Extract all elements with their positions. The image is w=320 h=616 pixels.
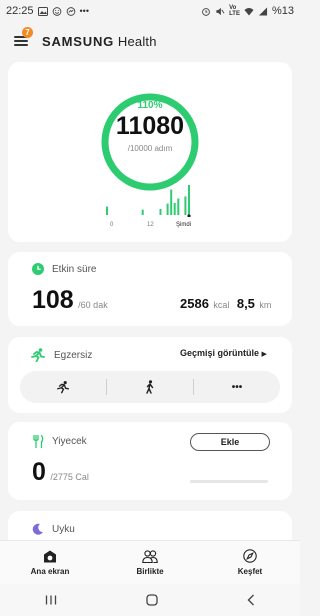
active-minutes: 108 — [32, 286, 74, 314]
exercise-card[interactable]: Egzersiz Geçmişi görüntüle ▶ ••• — [8, 337, 292, 413]
active-stats: 2586 kcal 8,5 km — [180, 295, 271, 313]
bottom-navigation: Ana ekran Birlikte Keşfet — [0, 540, 300, 584]
status-time: 22:25 — [6, 5, 34, 17]
home-button-icon[interactable] — [146, 594, 158, 606]
view-history-link[interactable]: Geçmişi görüntüle ▶ — [180, 348, 267, 358]
view-history-label: Geçmişi görüntüle — [180, 348, 260, 358]
system-navigation-bar — [0, 584, 300, 616]
play-arrow-icon: ▶ — [261, 351, 267, 358]
status-bar: 22:25 ••• Vo LTE %13 — [0, 0, 300, 22]
exercise-title: Egzersiz — [54, 349, 93, 361]
more-icon: ••• — [231, 381, 243, 393]
active-time-header: Etkin süre — [32, 263, 96, 275]
notification-badge: 7 — [22, 27, 33, 38]
signal-icon — [258, 6, 268, 16]
back-icon[interactable] — [247, 594, 255, 606]
gallery-notification-icon — [37, 6, 48, 16]
hourly-steps-bar — [166, 203, 169, 215]
active-time-values: 108 /60 dak — [32, 286, 108, 315]
alarm-icon — [202, 7, 210, 16]
chart-axis-labels: 0 12 Şimdi — [0, 222, 300, 232]
kcal-unit: kcal — [213, 300, 230, 310]
compass-icon — [243, 549, 257, 563]
active-time-card[interactable]: Etkin süre 108 /60 dak 2586 kcal 8,5 km — [8, 252, 292, 326]
hourly-steps-bar — [184, 196, 187, 215]
nav-together-label: Birlikte — [136, 566, 164, 576]
food-header: Yiyecek — [32, 435, 87, 448]
smiley-notification-icon — [52, 6, 61, 16]
nav-discover-label: Keşfet — [237, 567, 263, 576]
hourly-steps-bar — [106, 206, 108, 215]
people-icon — [142, 549, 158, 563]
km-value: 8,5 — [236, 296, 255, 311]
food-title: Yiyecek — [52, 436, 87, 447]
km-unit: km — [259, 300, 272, 310]
hourly-steps-bar — [159, 209, 162, 215]
axis-label-mid: 12 — [147, 222, 154, 228]
cutlery-icon — [33, 435, 44, 448]
battery-text: %13 — [271, 5, 294, 17]
running-icon — [31, 348, 45, 362]
hourly-steps-bar — [177, 198, 180, 215]
steps-percent: 110% — [137, 100, 163, 111]
nav-together[interactable]: Birlikte — [100, 541, 200, 584]
hourly-steps-bar — [188, 185, 190, 215]
exercise-buttons: ••• — [20, 371, 280, 403]
nav-home[interactable]: Ana ekran — [0, 541, 100, 584]
nav-discover[interactable]: Keşfet — [200, 541, 300, 584]
food-progress-bar — [190, 480, 268, 483]
add-food-button[interactable]: Ekle — [190, 433, 270, 451]
status-bar-right: Vo LTE %13 — [201, 5, 294, 17]
run-exercise-button[interactable] — [20, 371, 106, 403]
walk-exercise-button[interactable] — [107, 371, 193, 403]
sleep-header: Uyku — [32, 523, 75, 535]
food-values: 0 /2775 Cal — [32, 458, 89, 487]
active-time-title: Etkin süre — [52, 263, 97, 275]
more-notifications-icon: ••• — [79, 6, 89, 16]
steps-count: 11080 — [115, 112, 185, 140]
food-calorie-goal: /2775 Cal — [50, 472, 89, 482]
mute-icon — [216, 7, 225, 15]
app-header: 7 SAMSUNG Health — [0, 22, 300, 60]
volte-icon: Vo LTE — [229, 5, 240, 17]
steps-goal: /10000 adım — [127, 144, 173, 153]
kcal-value: 2586 — [180, 296, 209, 311]
logo-health: Health — [117, 33, 157, 49]
axis-label-now: Şimdi — [176, 222, 192, 228]
active-minutes-goal: /60 dak — [78, 300, 108, 310]
more-exercises-button[interactable]: ••• — [194, 371, 280, 403]
menu-icon[interactable]: 7 — [14, 27, 33, 48]
walk-icon — [146, 380, 154, 394]
app-logo: SAMSUNG Health — [42, 34, 157, 49]
status-bar-left: 22:25 ••• — [6, 5, 89, 17]
home-icon — [44, 550, 56, 562]
messenger-notification-icon — [66, 6, 75, 16]
clock-icon — [32, 263, 44, 275]
moon-icon — [32, 523, 43, 535]
sleep-title: Uyku — [52, 523, 75, 535]
exercise-header: Egzersiz — [30, 348, 92, 362]
hourly-steps-bar — [170, 189, 173, 215]
nav-home-label: Ana ekran — [30, 566, 70, 576]
hourly-steps-bar — [173, 203, 176, 215]
hourly-steps-chart — [106, 185, 191, 217]
recent-apps-icon[interactable] — [45, 595, 57, 605]
logo-samsung: SAMSUNG — [42, 33, 115, 49]
wifi-icon — [244, 7, 254, 15]
food-calories: 0 — [32, 458, 46, 486]
food-card[interactable]: Yiyecek Ekle 0 /2775 Cal — [8, 422, 292, 500]
now-marker-dot — [187, 214, 191, 217]
hourly-steps-bar — [141, 209, 144, 215]
axis-label-start: 0 — [110, 222, 114, 228]
run-icon — [57, 381, 69, 394]
